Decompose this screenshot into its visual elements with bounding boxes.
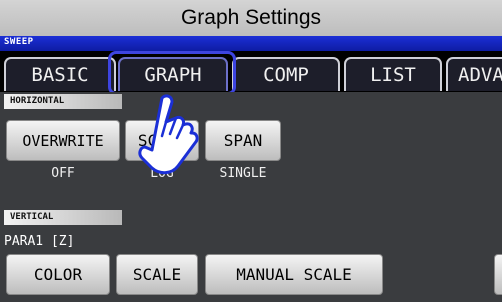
tab-advanced[interactable]: ADVA: [446, 57, 502, 91]
tab-comp[interactable]: COMP: [232, 57, 340, 91]
window-title: Graph Settings: [0, 0, 502, 36]
mode-bar: SWEEP: [0, 36, 502, 51]
tab-list[interactable]: LIST: [344, 57, 442, 91]
settings-panel: HORIZONTAL OVERWRITE SCALE SPAN OFF LOG …: [0, 92, 502, 302]
vertical-scale-button[interactable]: SCALE: [116, 254, 198, 295]
color-button[interactable]: COLOR: [6, 254, 110, 295]
hand-pointer-icon: [138, 94, 199, 175]
graph-tab-highlight: [108, 51, 236, 95]
span-value: SINGLE: [219, 166, 267, 181]
overwrite-value: OFF: [51, 166, 75, 181]
span-button[interactable]: SPAN: [205, 120, 281, 161]
para1-label: PARA1 [Z]: [4, 234, 75, 249]
horizontal-section-label: HORIZONTAL: [4, 94, 122, 109]
mode-label: SWEEP: [4, 37, 34, 47]
vertical-section-label: VERTICAL: [4, 210, 122, 225]
overwrite-button[interactable]: OVERWRITE: [6, 120, 120, 161]
manual-scale-button[interactable]: MANUAL SCALE: [205, 254, 383, 295]
offscreen-button[interactable]: [494, 254, 502, 295]
tab-basic[interactable]: BASIC: [4, 57, 116, 91]
instrument-screen: SWEEP BASIC GRAPH COMP LIST ADVA HORIZON…: [0, 36, 502, 302]
